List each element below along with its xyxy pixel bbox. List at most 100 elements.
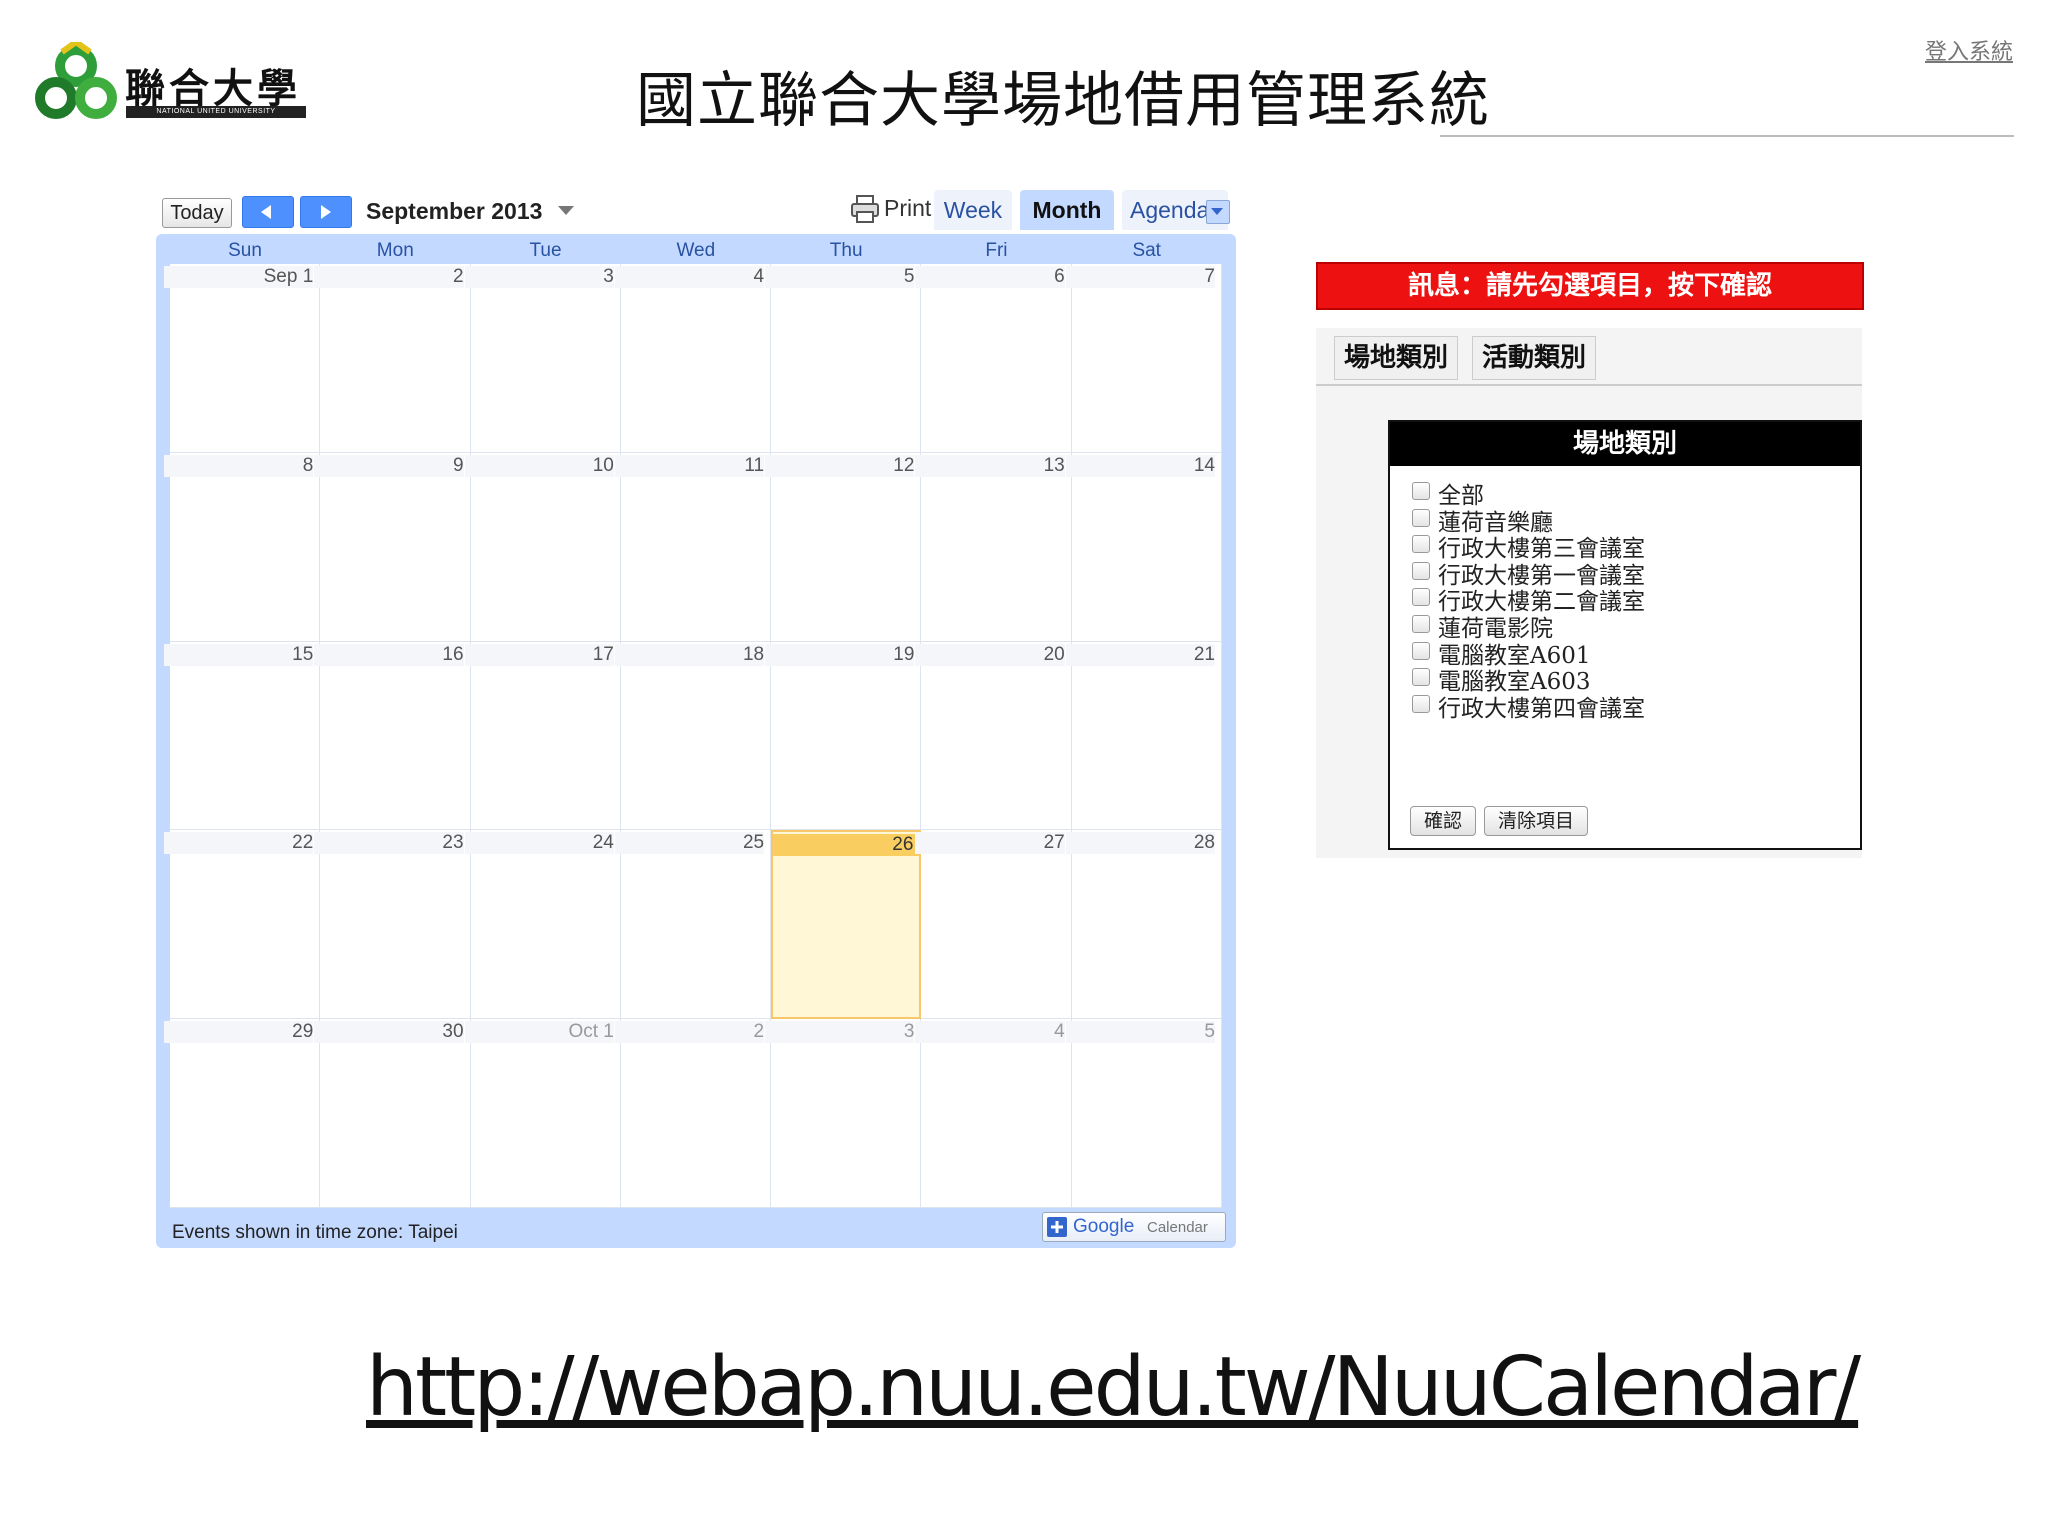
day-cell-today[interactable]: 26	[771, 830, 922, 1020]
venue-checkbox[interactable]	[1412, 668, 1430, 687]
weekday-label: Mon	[376, 240, 414, 261]
day-number: 2	[614, 1021, 765, 1044]
day-number: 22	[164, 832, 314, 855]
month-grid: Sep 1 2 3 4 5 6 7 8 9 10 11 12 13 14 15 16 17 18 19 20 21 22 2…	[164, 264, 1222, 1208]
prev-month-button[interactable]	[242, 196, 294, 228]
weekday-label: Fri	[985, 240, 1008, 261]
venue-checkbox[interactable]	[1412, 588, 1430, 607]
header-divider	[1440, 135, 2014, 137]
day-number: 5	[765, 266, 915, 288]
calendar-wordmark: Calendar	[1147, 1219, 1208, 1236]
clear-selection-button[interactable]: 清除項目	[1484, 806, 1588, 836]
day-cell[interactable]: 24	[464, 830, 621, 1020]
day-cell[interactable]: 14	[1065, 452, 1222, 642]
login-link[interactable]: 登入系統	[1925, 34, 2013, 66]
day-cell[interactable]: 17	[464, 641, 621, 831]
day-number: 17	[464, 643, 614, 666]
day-number: 16	[314, 643, 464, 666]
day-number: 30	[314, 1021, 464, 1044]
day-number: 19	[765, 643, 915, 666]
day-cell[interactable]: 22	[164, 830, 321, 1020]
next-month-button[interactable]	[300, 196, 352, 228]
print-button[interactable]: Print	[850, 194, 931, 226]
filter-panel: 場地類別 活動類別 場地類別 全部 蓮荷音樂廳 行政大樓第三會議室 行政大樓第一會議室…	[1316, 328, 1862, 858]
day-cell[interactable]: 2	[614, 1019, 772, 1208]
day-number: 3	[765, 1021, 915, 1044]
current-month-label[interactable]: September 2013	[366, 198, 542, 225]
day-cell[interactable]: 4	[614, 264, 772, 453]
day-cell[interactable]: 3	[464, 264, 621, 453]
view-dropdown-button[interactable]	[1206, 200, 1230, 224]
day-cell[interactable]: 27	[915, 830, 1072, 1020]
weekday-label: Thu	[829, 240, 863, 261]
day-number: 27	[915, 832, 1065, 855]
url-link[interactable]: http://webap.nuu.edu.tw/NuuCalendar/	[366, 1340, 1861, 1435]
day-cell[interactable]: 3	[765, 1019, 922, 1208]
day-cell[interactable]: 15	[164, 641, 321, 831]
weekday-label: Wed	[676, 240, 716, 261]
day-cell[interactable]: 11	[614, 452, 772, 642]
day-number: 25	[614, 832, 765, 855]
day-number: 26	[773, 834, 920, 857]
tab-week[interactable]: Week	[934, 190, 1012, 230]
day-cell[interactable]: 10	[464, 452, 621, 642]
today-button[interactable]: Today	[162, 198, 232, 228]
day-cell[interactable]: 4	[915, 1019, 1072, 1208]
tab-month[interactable]: Month	[1020, 190, 1114, 230]
google-calendar-widget: Today September 2013 Print Week Month Ag…	[156, 186, 1236, 1248]
day-number: 3	[464, 266, 614, 288]
day-cell[interactable]: Sep 1	[164, 264, 321, 453]
printer-icon	[851, 195, 879, 223]
day-cell[interactable]: 8	[164, 452, 321, 642]
day-number: 6	[915, 266, 1065, 288]
venue-checkbox[interactable]	[1412, 694, 1430, 713]
day-cell[interactable]: 13	[915, 452, 1072, 642]
day-number: 14	[1065, 454, 1215, 477]
day-cell[interactable]: 5	[765, 264, 922, 453]
timezone-note: Events shown in time zone: Taipei	[172, 1222, 458, 1243]
weekday-label: Sun	[228, 240, 262, 261]
day-cell[interactable]: 5	[1065, 1019, 1222, 1208]
day-cell[interactable]: 12	[765, 452, 922, 642]
day-cell[interactable]: 21	[1065, 641, 1222, 831]
day-cell[interactable]: 2	[314, 264, 471, 453]
university-logo: 聯合大學 NATIONAL UNITED UNIVERSITY	[32, 42, 306, 128]
day-cell[interactable]: 30	[314, 1019, 471, 1208]
month-dropdown-icon[interactable]	[558, 206, 574, 216]
calendar-frame: Sun Mon Tue Wed Thu Fri Sat Sep 1 2 3 4 5 6 7 8 9 10 11 1…	[156, 234, 1236, 1248]
day-cell[interactable]: 18	[614, 641, 772, 831]
confirm-button[interactable]: 確認	[1410, 806, 1476, 836]
weekday-label: Sat	[1132, 240, 1161, 261]
venue-checkbox[interactable]	[1412, 482, 1430, 500]
day-cell[interactable]: Oct 1	[464, 1019, 621, 1208]
day-cell[interactable]: 16	[314, 641, 471, 831]
print-label: Print	[884, 195, 932, 221]
day-number: 11	[614, 454, 765, 477]
day-cell[interactable]: 29	[164, 1019, 321, 1208]
day-cell[interactable]: 7	[1065, 264, 1222, 453]
day-cell[interactable]: 25	[614, 830, 772, 1020]
day-number: 18	[614, 643, 765, 666]
venue-checkbox[interactable]	[1412, 535, 1430, 554]
tab-venue-category[interactable]: 場地類別	[1334, 336, 1458, 380]
venue-checkbox[interactable]	[1412, 561, 1430, 580]
day-cell[interactable]: 9	[314, 452, 471, 642]
venue-checkbox[interactable]	[1412, 508, 1430, 527]
page-title: 國立聯合大學場地借用管理系統	[636, 66, 1490, 136]
day-number: 29	[164, 1021, 314, 1044]
day-number: 9	[314, 454, 464, 477]
tab-divider	[1316, 384, 1862, 386]
day-cell[interactable]: 19	[765, 641, 922, 831]
day-cell[interactable]: 28	[1065, 830, 1222, 1020]
day-cell[interactable]: 23	[314, 830, 471, 1020]
day-cell[interactable]: 6	[915, 264, 1072, 453]
venue-checkbox[interactable]	[1412, 615, 1430, 633]
chevron-right-icon	[321, 205, 331, 219]
day-number: 7	[1065, 266, 1215, 288]
add-to-google-calendar-button[interactable]: Google Calendar	[1042, 1212, 1226, 1242]
tab-activity-category[interactable]: 活動類別	[1472, 336, 1596, 380]
day-number: 12	[765, 454, 915, 477]
day-cell[interactable]: 20	[915, 641, 1072, 831]
chevron-left-icon	[261, 205, 271, 219]
venue-checkbox[interactable]	[1412, 641, 1430, 660]
